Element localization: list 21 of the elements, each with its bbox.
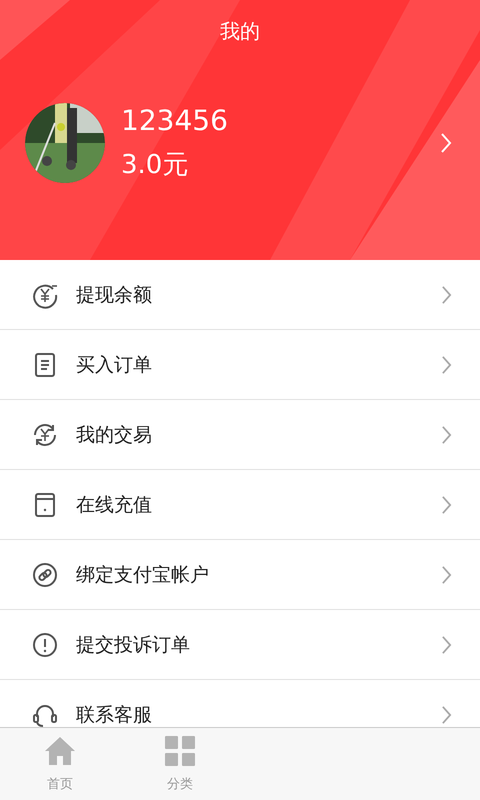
alert-icon	[31, 630, 59, 658]
menu-item[interactable]: 提现余额	[0, 260, 480, 330]
menu-item[interactable]: 提交投诉订单	[0, 610, 480, 680]
menu-item[interactable]: 买入订单	[0, 330, 480, 400]
chevron-right-icon	[441, 704, 452, 724]
chevron-right-icon	[441, 354, 452, 374]
menu-item[interactable]: 绑定支付宝帐户	[0, 540, 480, 610]
menu-item[interactable]: 在线充值	[0, 470, 480, 540]
menu-item[interactable]: 我的交易	[0, 400, 480, 470]
page-title: 我的	[220, 18, 260, 45]
chevron-right-icon	[441, 494, 452, 514]
chevron-right-icon	[441, 284, 452, 304]
username: 123456	[121, 104, 228, 137]
chevron-right-icon	[440, 132, 452, 154]
home-icon	[44, 735, 76, 767]
chevron-right-icon	[441, 634, 452, 654]
chevron-right-icon	[441, 564, 452, 584]
grid-icon	[164, 735, 196, 767]
balance-amount: 3.0元	[121, 149, 188, 182]
chevron-right-icon	[441, 424, 452, 444]
link-icon	[31, 560, 59, 588]
